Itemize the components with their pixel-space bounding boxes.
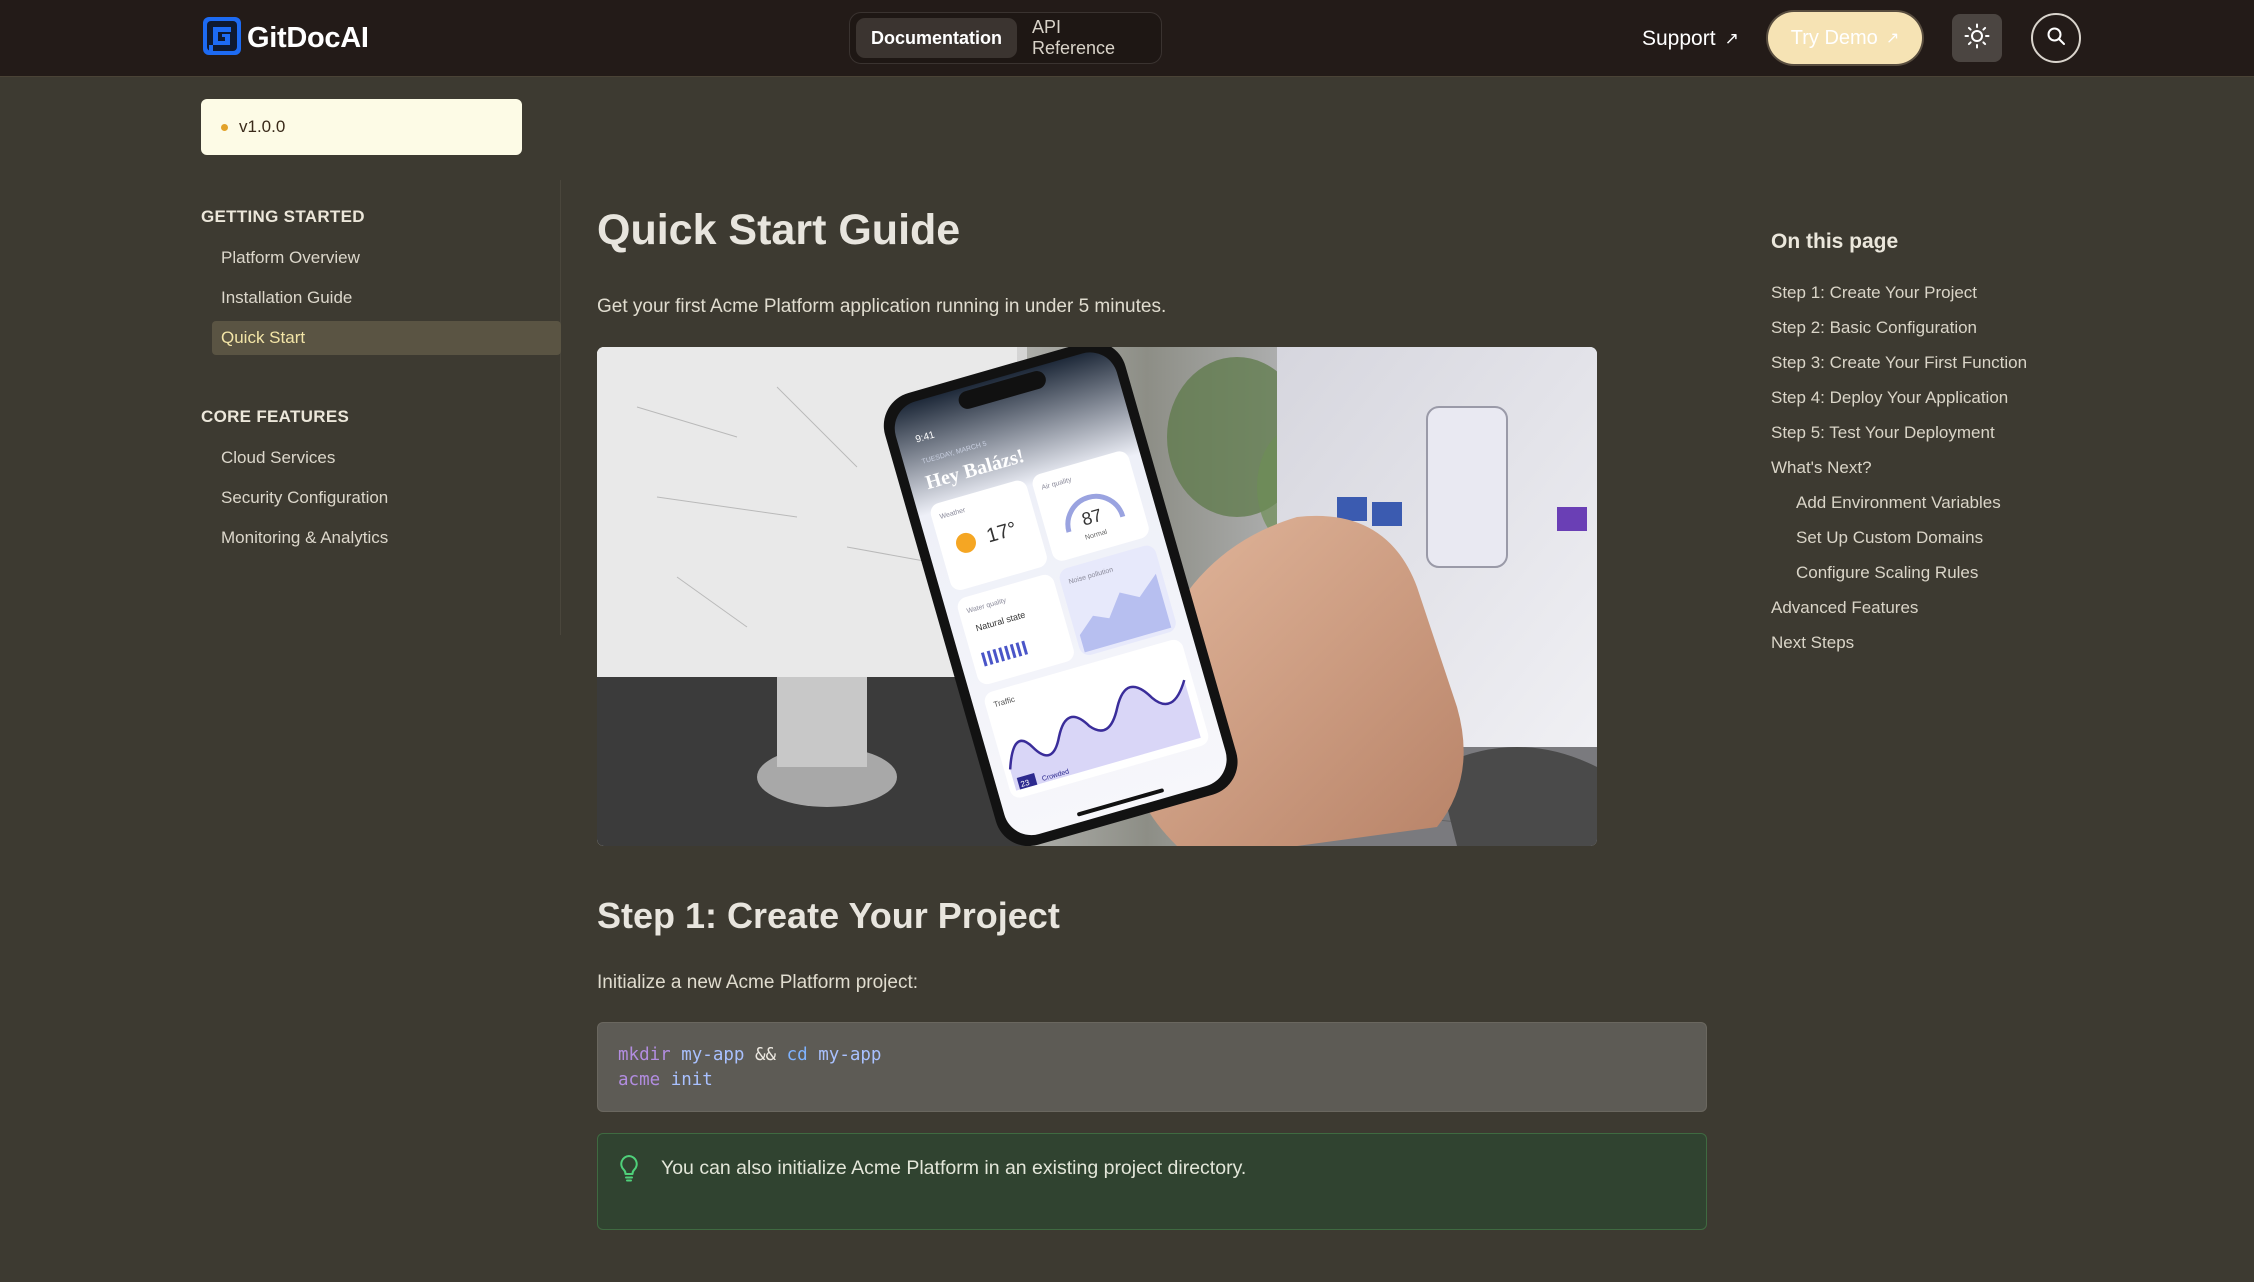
logo-text: GitDocAI xyxy=(247,21,369,54)
page-lead: Get your first Acme Platform application… xyxy=(597,296,1167,317)
code-token-command: mkdir xyxy=(618,1045,671,1065)
external-link-icon: ↗ xyxy=(1885,30,1900,47)
search-icon xyxy=(2046,26,2066,51)
version-label: v1.0.0 xyxy=(239,117,286,136)
toc-item-add-env-vars[interactable]: Add Environment Variables xyxy=(1796,493,2001,513)
code-token-argument: init xyxy=(670,1070,713,1090)
code-token-argument: my-app xyxy=(818,1045,882,1065)
theme-toggle-button[interactable] xyxy=(1952,14,2002,62)
tab-api-reference[interactable]: API Reference xyxy=(1017,17,1155,58)
toc-title: On this page xyxy=(1771,230,1899,253)
sidebar-item-cloud-services[interactable]: Cloud Services xyxy=(221,441,335,475)
version-selector[interactable]: v1.0.0 xyxy=(201,99,522,155)
sidebar-item-monitoring-analytics[interactable]: Monitoring & Analytics xyxy=(221,521,388,555)
page-title: Quick Start Guide xyxy=(597,206,961,254)
sidebar-divider xyxy=(560,180,561,635)
toc-item-scaling-rules[interactable]: Configure Scaling Rules xyxy=(1796,563,1978,583)
version-status-dot xyxy=(221,123,228,131)
toc-item-whats-next[interactable]: What's Next? xyxy=(1771,458,1872,478)
sun-icon xyxy=(1964,23,1990,54)
top-nav-tabs: Documentation API Reference xyxy=(849,12,1162,64)
tab-documentation[interactable]: Documentation xyxy=(856,18,1018,58)
code-line-2: acme init xyxy=(618,1068,1686,1093)
code-block[interactable]: mkdir my-app && cd my-app acme init xyxy=(597,1022,1707,1112)
toc-item-step-5[interactable]: Step 5: Test Your Deployment xyxy=(1771,423,1995,443)
tip-callout: You can also initialize Acme Platform in… xyxy=(597,1133,1707,1230)
try-demo-button[interactable]: Try Demo ↗ xyxy=(1768,12,1922,64)
support-label: Support xyxy=(1642,27,1716,50)
code-token-operator: && xyxy=(755,1045,777,1065)
toc-item-next-steps[interactable]: Next Steps xyxy=(1771,633,1854,653)
lightbulb-icon xyxy=(618,1154,640,1187)
tip-text: You can also initialize Acme Platform in… xyxy=(661,1157,1247,1179)
toc-item-advanced-features[interactable]: Advanced Features xyxy=(1771,598,1918,618)
code-line-1: mkdir my-app && cd my-app xyxy=(618,1043,1686,1068)
step1-intro: Initialize a new Acme Platform project: xyxy=(597,972,919,993)
hero-image: 9:41 TUESDAY, MARCH 5 Hey Balázs! Weathe… xyxy=(597,347,1597,846)
search-button[interactable] xyxy=(2031,13,2081,63)
sidebar-section-getting-started: GETTING STARTED xyxy=(201,207,365,226)
toc-item-step-4[interactable]: Step 4: Deploy Your Application xyxy=(1771,388,2008,408)
top-header: GitDocAI Documentation API Reference Sup… xyxy=(0,0,2254,77)
toc-item-step-1[interactable]: Step 1: Create Your Project xyxy=(1771,283,1977,303)
external-link-icon: ↗ xyxy=(1724,29,1739,48)
toc-item-step-3[interactable]: Step 3: Create Your First Function xyxy=(1771,353,2027,373)
logo[interactable]: GitDocAI xyxy=(201,16,369,60)
sidebar-section-core-features: CORE FEATURES xyxy=(201,407,350,426)
support-link[interactable]: Support ↗ xyxy=(1642,24,1739,54)
sidebar-item-security-configuration[interactable]: Security Configuration xyxy=(221,481,388,515)
sidebar-item-quick-start[interactable]: Quick Start xyxy=(212,321,561,355)
sidebar-item-platform-overview[interactable]: Platform Overview xyxy=(221,241,360,275)
toc-item-step-2[interactable]: Step 2: Basic Configuration xyxy=(1771,318,1977,338)
code-token-argument: my-app xyxy=(681,1045,745,1065)
step1-heading: Step 1: Create Your Project xyxy=(597,895,1060,936)
logo-icon xyxy=(201,15,243,62)
code-token-command: acme xyxy=(618,1070,661,1090)
code-token-builtin: cd xyxy=(786,1045,808,1065)
toc-item-custom-domains[interactable]: Set Up Custom Domains xyxy=(1796,528,1983,548)
sidebar-item-installation-guide[interactable]: Installation Guide xyxy=(221,281,352,315)
try-demo-label: Try Demo xyxy=(1790,26,1878,49)
